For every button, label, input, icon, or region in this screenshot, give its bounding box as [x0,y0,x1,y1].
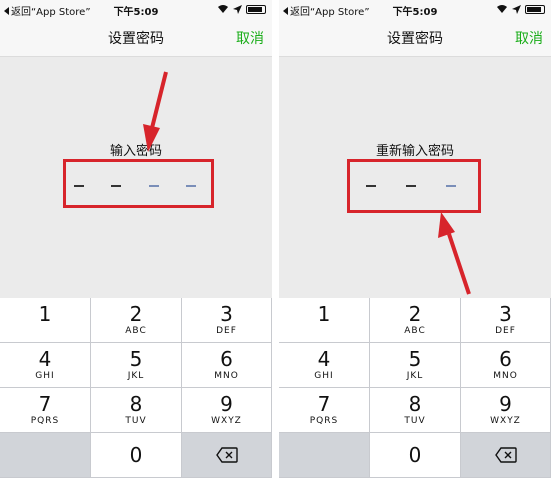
key-4[interactable]: 4 GHI [279,343,370,388]
annotation-arrow-icon [143,71,168,152]
key-letters: GHI [314,371,334,381]
key-digit: 6 [499,347,512,371]
key-digit: 5 [408,347,422,371]
key-digit: 1 [317,302,331,326]
key-letters: JKL [406,371,424,381]
key-letters: MNO [214,371,239,381]
screen-enter-password: 返回“App Store” 下午5:09 设置密码 取消 输入密码 1 2 AB… [0,0,272,478]
delete-key[interactable] [461,433,551,478]
key-7[interactable]: 7 PQRS [279,388,370,433]
screen-reenter-password: 返回“App Store” 下午5:09 设置密码 取消 重新输入密码 1 2 … [279,0,551,478]
key-digit: 0 [408,443,422,467]
backspace-icon [494,447,517,463]
key-letters: GHI [35,371,55,381]
key-letters: DEF [495,326,516,336]
key-digit: 5 [129,347,143,371]
key-6[interactable]: 6 MNO [182,343,272,388]
numeric-keypad: 1 2 ABC 3 DEF 4 GHI 5 JKL 6 MNO 7 PQRS 8 [0,298,272,478]
key-3[interactable]: 3 DEF [461,298,551,343]
key-digit: 3 [499,302,512,326]
key-blank [0,433,91,478]
key-2[interactable]: 2 ABC [91,298,182,343]
key-2[interactable]: 2 ABC [370,298,461,343]
key-4[interactable]: 4 GHI [0,343,91,388]
key-1[interactable]: 1 [279,298,370,343]
key-8[interactable]: 8 TUV [91,388,182,433]
key-digit: 8 [408,392,422,416]
key-letters: PQRS [30,416,60,426]
key-digit: 2 [408,302,422,326]
key-digit: 7 [317,392,331,416]
key-7[interactable]: 7 PQRS [0,388,91,433]
key-8[interactable]: 8 TUV [370,388,461,433]
key-1[interactable]: 1 [0,298,91,343]
key-digit: 6 [220,347,233,371]
key-digit: 9 [499,392,512,416]
key-9[interactable]: 9 WXYZ [182,388,272,433]
key-letters: JKL [127,371,145,381]
key-blank [279,433,370,478]
numeric-keypad: 1 2 ABC 3 DEF 4 GHI 5 JKL 6 MNO 7 PQRS 8 [279,298,551,478]
key-5[interactable]: 5 JKL [370,343,461,388]
key-letters: ABC [125,326,147,336]
key-3[interactable]: 3 DEF [182,298,272,343]
key-digit: 4 [317,347,331,371]
annotation-arrow-icon [438,212,471,295]
key-digit: 3 [220,302,233,326]
key-letters: WXYZ [211,416,242,426]
backspace-icon [215,447,238,463]
key-letters: PQRS [309,416,339,426]
key-digit: 1 [38,302,52,326]
key-letters: ABC [404,326,426,336]
key-letters: TUV [404,416,426,426]
key-5[interactable]: 5 JKL [91,343,182,388]
key-digit: 9 [220,392,233,416]
key-letters: WXYZ [490,416,521,426]
key-digit: 4 [38,347,52,371]
key-digit: 0 [129,443,143,467]
key-digit: 8 [129,392,143,416]
key-digit: 2 [129,302,143,326]
panel-divider [272,0,279,478]
key-6[interactable]: 6 MNO [461,343,551,388]
key-letters: DEF [216,326,237,336]
key-0[interactable]: 0 [91,433,182,478]
key-letters: MNO [493,371,518,381]
key-0[interactable]: 0 [370,433,461,478]
key-digit: 7 [38,392,52,416]
key-letters: TUV [125,416,147,426]
delete-key[interactable] [182,433,272,478]
key-9[interactable]: 9 WXYZ [461,388,551,433]
